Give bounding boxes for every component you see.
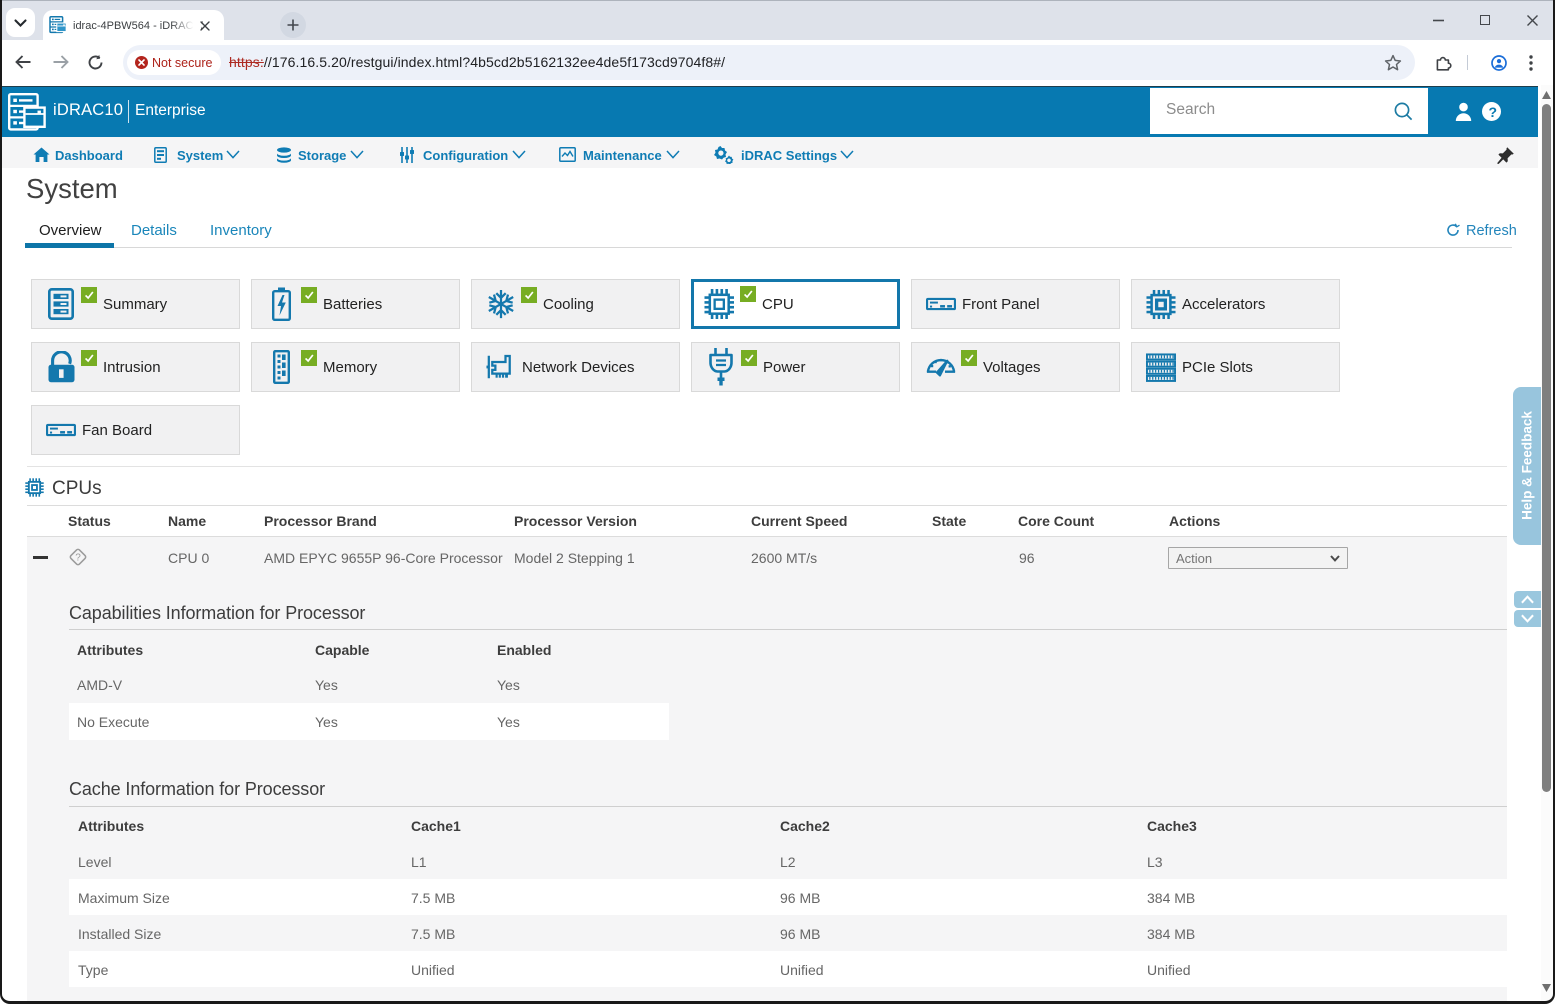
svg-text:?: ? [75,553,81,564]
